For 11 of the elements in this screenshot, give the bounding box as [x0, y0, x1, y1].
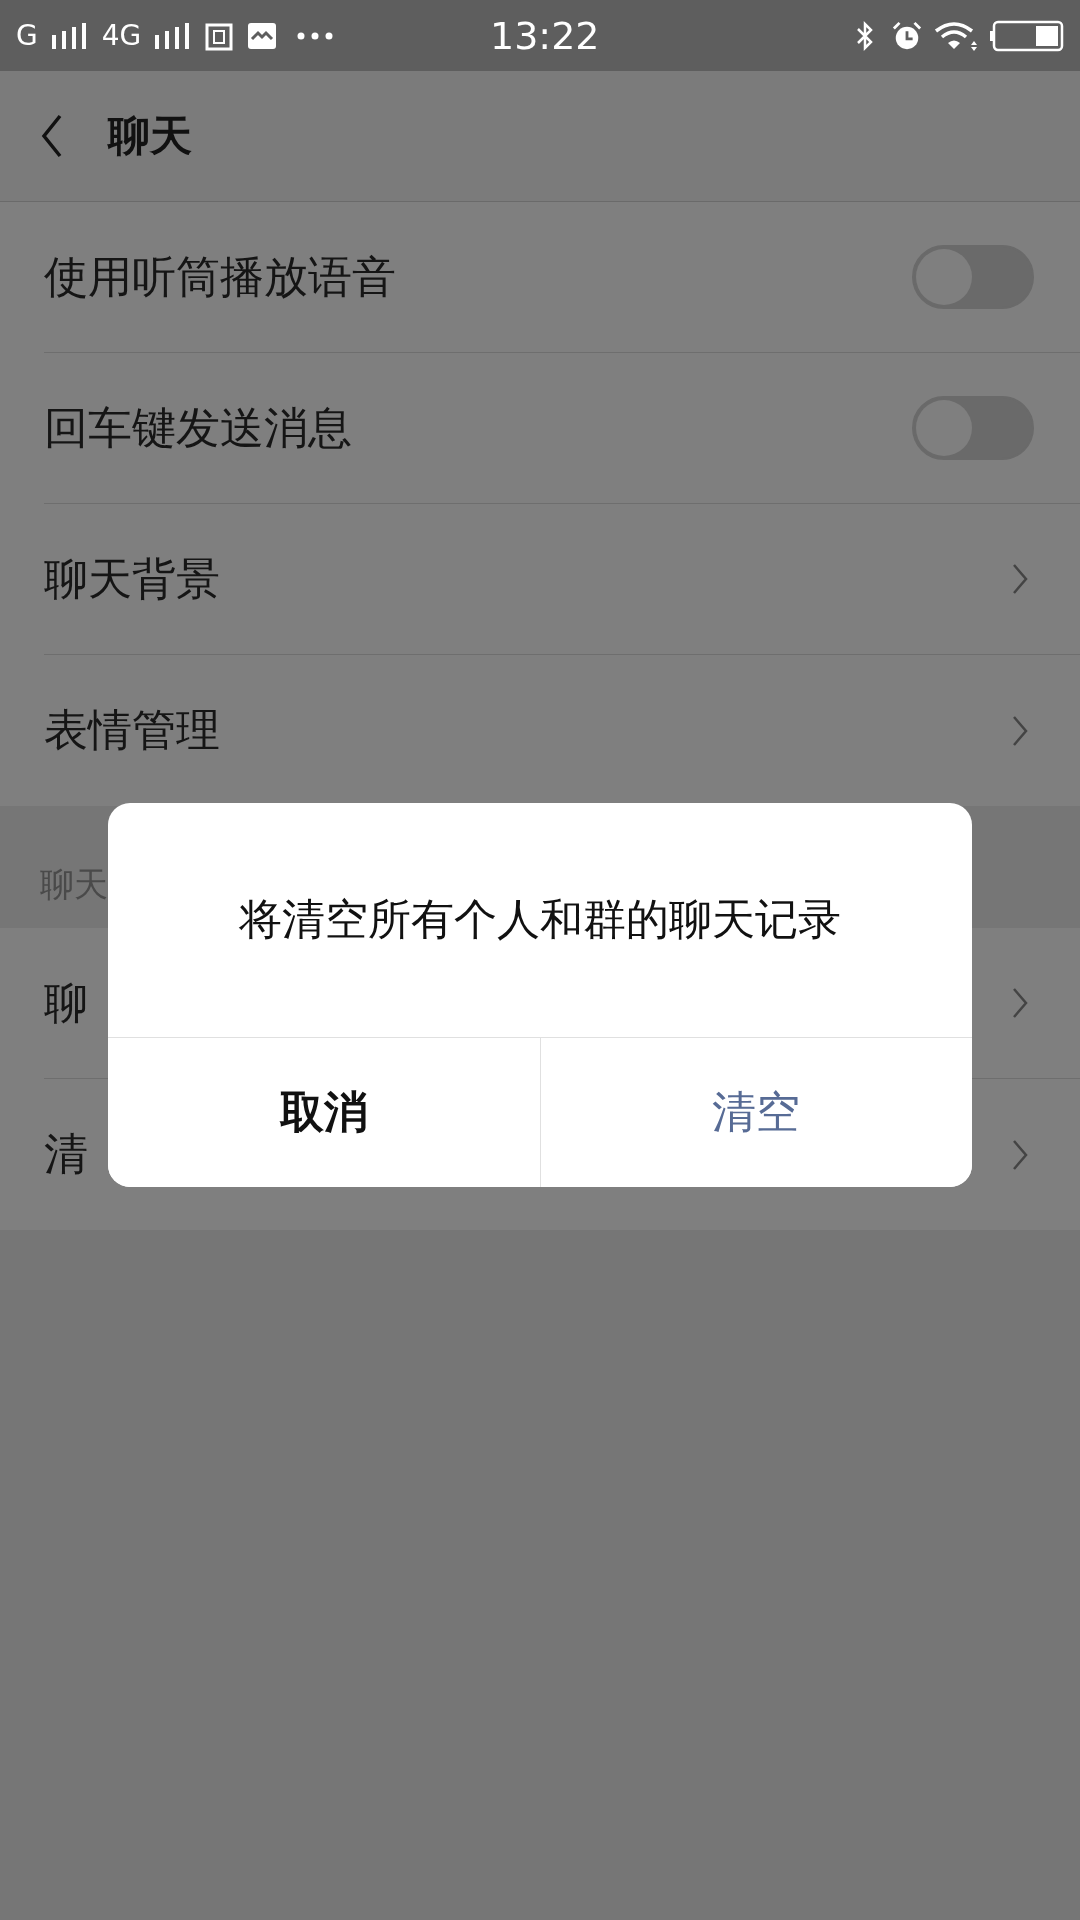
carrier-label: 4G	[101, 19, 142, 52]
dialog-message: 将清空所有个人和群的聊天记录	[239, 893, 841, 946]
carrier-label: G	[16, 19, 38, 52]
item-label: 清	[44, 1127, 88, 1181]
item-label: 回车键发送消息	[44, 400, 352, 455]
item-label: 聊天背景	[44, 551, 220, 606]
clock-time: 13:22	[490, 13, 600, 58]
page-title: 聊天	[108, 110, 192, 162]
item-label: 聊	[44, 975, 88, 1030]
item-label: 使用听筒播放语音	[44, 249, 396, 304]
item-label: 表情管理	[44, 703, 220, 757]
